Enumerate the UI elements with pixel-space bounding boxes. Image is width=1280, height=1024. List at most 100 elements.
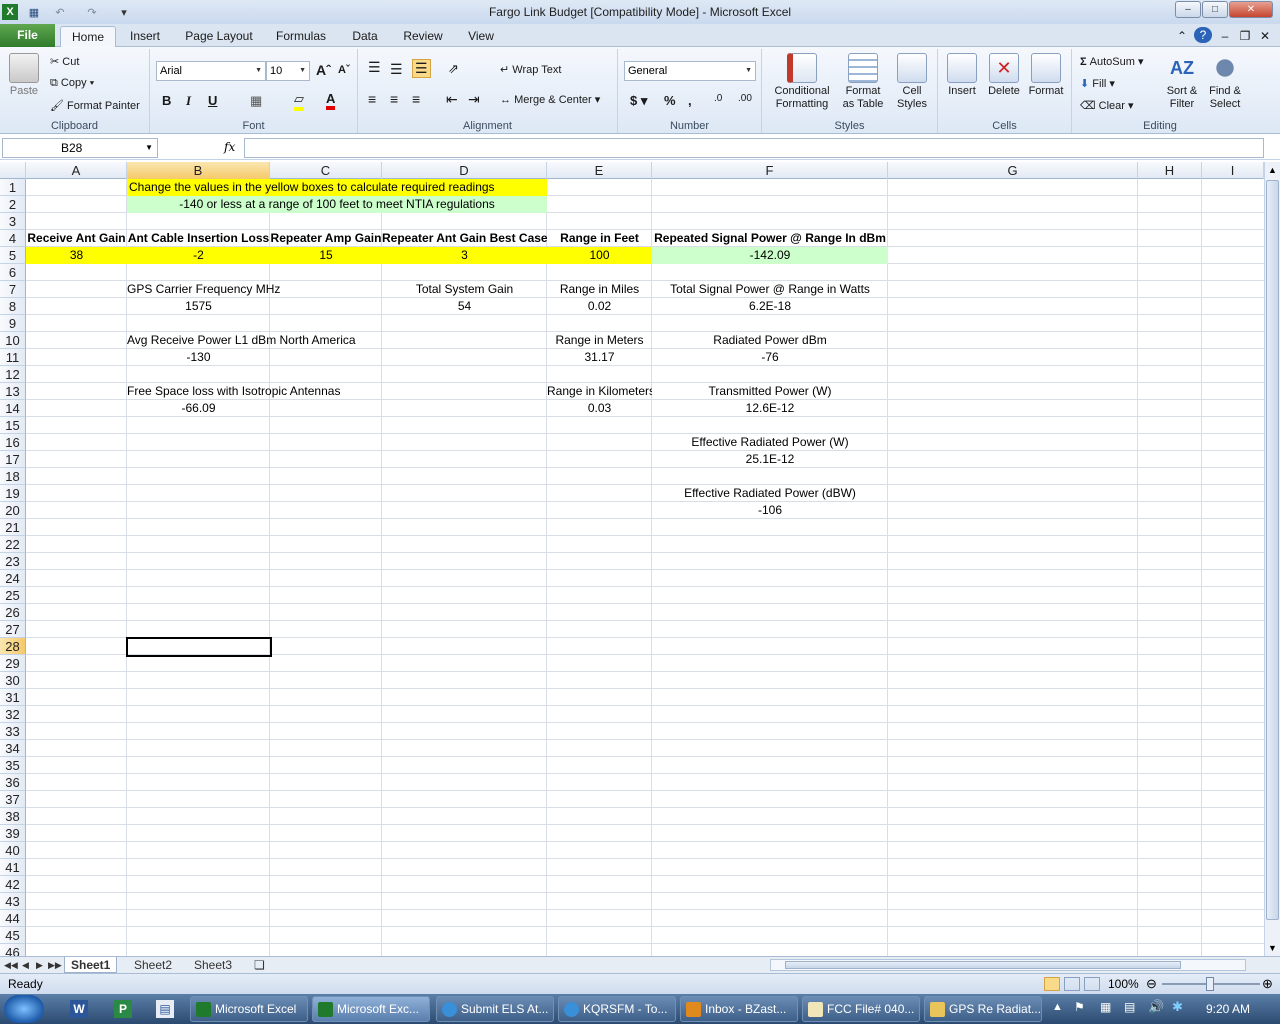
input-range-feet[interactable]: 100 (547, 247, 652, 264)
h-scroll-thumb[interactable] (785, 961, 1181, 969)
clear-button[interactable]: ⌫ Clear ▾ (1080, 99, 1134, 112)
minimize-button[interactable]: – (1175, 1, 1201, 18)
row-header[interactable]: 43 (0, 893, 26, 910)
column-header[interactable]: F (652, 162, 888, 179)
taskbar-item-excel-2[interactable]: Microsoft Exc... (312, 996, 430, 1022)
value-range-miles[interactable]: 0.02 (547, 298, 652, 315)
decrease-decimal-icon[interactable]: .00 (738, 93, 752, 104)
tab-review[interactable]: Review (398, 26, 448, 47)
row-header[interactable]: 45 (0, 927, 26, 944)
bluetooth-icon[interactable]: ✱ (1172, 999, 1183, 1015)
help-icon[interactable]: ? (1194, 27, 1212, 43)
sheet-tab-2[interactable]: Sheet2 (128, 957, 178, 973)
grow-font-icon[interactable]: Aˆ (316, 62, 331, 78)
row-header[interactable]: 11 (0, 349, 26, 366)
volume-icon[interactable]: 🔊 (1148, 999, 1164, 1015)
row-header[interactable]: 16 (0, 434, 26, 451)
tab-home[interactable]: Home (60, 26, 116, 48)
device-icon[interactable]: ▦ (1100, 1000, 1111, 1014)
find-select-button[interactable]: Find & Select (1204, 53, 1246, 111)
maximize-button[interactable]: □ (1202, 1, 1228, 18)
row-header[interactable]: 7 (0, 281, 26, 298)
document-icon[interactable]: ▤ (156, 1000, 174, 1018)
row-header[interactable]: 37 (0, 791, 26, 808)
row-header[interactable]: 33 (0, 723, 26, 740)
increase-indent-icon[interactable]: ⇥ (468, 91, 480, 108)
zoom-out-icon[interactable]: ⊖ (1146, 976, 1157, 992)
row-header[interactable]: 25 (0, 587, 26, 604)
row-header[interactable]: 46 (0, 944, 26, 956)
row-header[interactable]: 14 (0, 400, 26, 417)
spreadsheet-grid[interactable]: A B C D E F G H I 1 2 3 4 5 6 7 8 9 10 11 12 13 14 15 1… (0, 162, 1264, 956)
cut-button[interactable]: ✂ Cut (50, 55, 79, 68)
scroll-up-icon[interactable]: ▲ (1265, 162, 1280, 178)
fill-button[interactable]: ⬇ Fill ▾ (1080, 77, 1115, 90)
column-header[interactable]: B (127, 162, 270, 179)
label-transmitted-power[interactable]: Transmitted Power (W) (652, 383, 888, 400)
input-cable-loss[interactable]: -2 (127, 247, 270, 264)
cell-styles-button[interactable]: Cell Styles (890, 53, 934, 111)
input-repeater-amp-gain[interactable]: 15 (270, 247, 382, 264)
wrap-text-button[interactable]: ↵ Wrap Text (500, 63, 561, 76)
minimize-ribbon-icon[interactable]: ⌃ (1174, 26, 1190, 47)
italic-icon[interactable]: I (186, 93, 191, 109)
row-header[interactable]: 12 (0, 366, 26, 383)
select-all-corner[interactable] (0, 162, 26, 179)
bold-icon[interactable]: B (162, 93, 171, 108)
taskbar-item-folder[interactable]: GPS Re Radiat... (924, 996, 1042, 1022)
row-header[interactable]: 9 (0, 315, 26, 332)
increase-decimal-icon[interactable]: .0 (714, 93, 722, 104)
scroll-thumb[interactable] (1266, 180, 1279, 920)
row-header[interactable]: 19 (0, 485, 26, 502)
row-header[interactable]: 41 (0, 859, 26, 876)
taskbar-item-mail[interactable]: FCC File# 040... (802, 996, 920, 1022)
label-total-system-gain[interactable]: Total System Gain (382, 281, 547, 298)
format-painter-button[interactable]: 🖌 Format Painter (50, 99, 140, 112)
value-avg-receive-power[interactable]: -130 (127, 349, 270, 366)
row-header[interactable]: 36 (0, 774, 26, 791)
paste-button[interactable]: Paste (4, 53, 44, 97)
row-header[interactable]: 21 (0, 519, 26, 536)
value-erp-watts[interactable]: 25.1E-12 (652, 451, 888, 468)
font-color-icon[interactable]: A (326, 91, 336, 110)
column-header[interactable]: H (1138, 162, 1202, 179)
row-header[interactable]: 8 (0, 298, 26, 315)
doc-close-icon[interactable]: ✕ (1258, 26, 1272, 47)
value-erp-dbw[interactable]: -106 (652, 502, 888, 519)
zoom-in-icon[interactable]: ⊕ (1262, 976, 1273, 992)
row-header[interactable]: 40 (0, 842, 26, 859)
insert-function-icon[interactable]: fx (224, 140, 235, 154)
tab-data[interactable]: Data (344, 26, 386, 47)
align-bottom-icon[interactable]: ☰ (412, 59, 431, 78)
row-header[interactable]: 42 (0, 876, 26, 893)
header-repeater-ant-gain[interactable]: Repeater Ant Gain Best Case (382, 230, 548, 247)
row-header[interactable]: 20 (0, 502, 26, 519)
row-header[interactable]: 24 (0, 570, 26, 587)
row-header[interactable]: 44 (0, 910, 26, 927)
decrease-indent-icon[interactable]: ⇤ (446, 91, 458, 108)
underline-icon[interactable]: U (208, 93, 217, 108)
row-header[interactable]: 35 (0, 757, 26, 774)
font-name-select[interactable]: Arial ▼ (156, 61, 266, 81)
start-button-icon[interactable] (4, 995, 44, 1023)
align-right-icon[interactable]: ≡ (412, 91, 420, 107)
percent-icon[interactable]: % (664, 93, 676, 108)
format-cells-button[interactable]: Format (1026, 53, 1066, 97)
selected-cell[interactable] (126, 637, 272, 657)
value-range-meters[interactable]: 31.17 (547, 349, 652, 366)
sort-filter-button[interactable]: AZ Sort & Filter (1160, 53, 1204, 111)
align-top-icon[interactable]: ☰ (368, 59, 381, 76)
header-receive-ant-gain[interactable]: Receive Ant Gain (26, 230, 127, 247)
doc-restore-icon[interactable]: ❐ (1238, 26, 1252, 47)
column-header[interactable]: D (382, 162, 547, 179)
doc-minimize-icon[interactable]: – (1218, 26, 1232, 47)
copy-button[interactable]: ⧉ Copy ▾ (50, 77, 94, 90)
page-layout-view-icon[interactable] (1064, 977, 1080, 991)
row-header[interactable]: 27 (0, 621, 26, 638)
zoom-level[interactable]: 100% (1108, 977, 1139, 991)
align-left-icon[interactable]: ≡ (368, 91, 376, 107)
row-header[interactable]: 2 (0, 196, 26, 213)
instruction-cell[interactable]: Change the values in the yellow boxes to… (127, 179, 547, 196)
header-cable-loss[interactable]: Ant Cable Insertion Loss (127, 230, 270, 247)
label-radiated-power-dbm[interactable]: Radiated Power dBm (652, 332, 888, 349)
